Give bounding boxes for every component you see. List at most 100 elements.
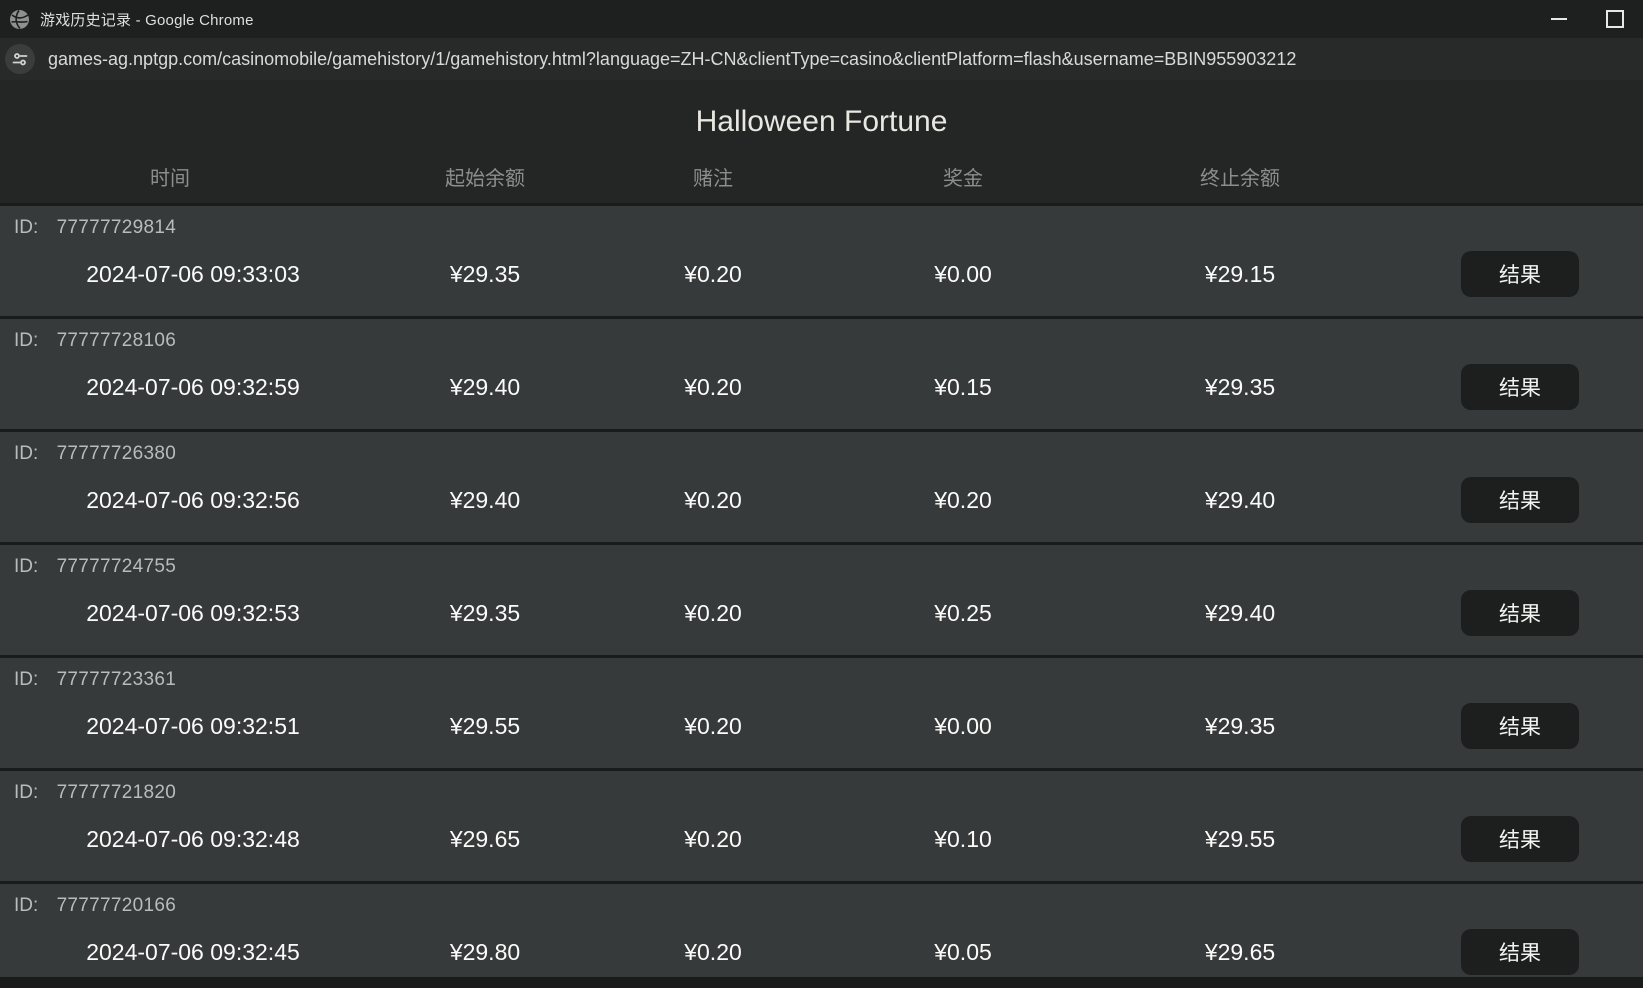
row-values: 2024-07-06 09:33:03 ¥29.35 ¥0.20 ¥0.00 ¥… xyxy=(0,251,1643,297)
start-balance-cell: ¥29.40 xyxy=(449,486,521,513)
win-cell: ¥0.05 xyxy=(934,938,992,965)
win-cell: ¥0.00 xyxy=(934,260,992,287)
win-cell: ¥0.10 xyxy=(934,825,992,852)
time-cell: 2024-07-06 09:32:59 xyxy=(86,373,300,400)
table-header-row: 时间 起始余额 赌注 奖金 终止余额 xyxy=(0,162,1643,191)
round-id-line: ID: 77777723361 xyxy=(0,658,1643,691)
result-cell: 结果 xyxy=(1410,703,1643,749)
history-row: ID: 77777728106 2024-07-06 09:32:59 ¥29.… xyxy=(0,316,1643,429)
round-id-value: 77777724755 xyxy=(56,556,177,577)
bet-cell: ¥0.20 xyxy=(684,825,742,852)
round-id-line: ID: 77777724755 xyxy=(0,545,1643,578)
time-cell: 2024-07-06 09:32:51 xyxy=(86,712,300,739)
page-title: Halloween Fortune xyxy=(695,105,948,138)
column-header-win: 奖金 xyxy=(943,168,983,190)
end-balance-cell: ¥29.65 xyxy=(1204,938,1276,965)
id-label: ID: xyxy=(14,669,39,690)
bet-cell: ¥0.20 xyxy=(684,938,742,965)
round-id-value: 77777721820 xyxy=(56,782,177,803)
site-settings-button[interactable] xyxy=(5,44,35,74)
end-balance-cell: ¥29.40 xyxy=(1204,486,1276,513)
minimize-icon xyxy=(1551,18,1567,20)
result-cell: 结果 xyxy=(1410,929,1643,975)
time-cell: 2024-07-06 09:32:45 xyxy=(86,938,300,965)
result-cell: 结果 xyxy=(1410,816,1643,862)
history-row: ID: 77777720166 2024-07-06 09:32:45 ¥29.… xyxy=(0,881,1643,977)
result-cell: 结果 xyxy=(1410,590,1643,636)
end-balance-cell: ¥29.40 xyxy=(1204,599,1276,626)
round-id-value: 77777729814 xyxy=(56,217,177,238)
row-values: 2024-07-06 09:32:51 ¥29.55 ¥0.20 ¥0.00 ¥… xyxy=(0,703,1643,749)
row-values: 2024-07-06 09:32:48 ¥29.65 ¥0.20 ¥0.10 ¥… xyxy=(0,816,1643,862)
result-cell: 结果 xyxy=(1410,477,1643,523)
page-header: Halloween Fortune 时间 起始余额 赌注 奖金 终止余额 xyxy=(0,80,1643,203)
column-header-end-balance: 终止余额 xyxy=(1200,168,1280,190)
maximize-icon xyxy=(1606,10,1624,28)
history-row: ID: 77777726380 2024-07-06 09:32:56 ¥29.… xyxy=(0,429,1643,542)
column-header-bet: 赌注 xyxy=(693,168,733,190)
result-button[interactable]: 结果 xyxy=(1461,364,1579,410)
minimize-button[interactable] xyxy=(1531,0,1587,38)
bet-cell: ¥0.20 xyxy=(684,373,742,400)
round-id-line: ID: 77777729814 xyxy=(0,206,1643,239)
round-id-line: ID: 77777721820 xyxy=(0,771,1643,804)
history-row: ID: 77777721820 2024-07-06 09:32:48 ¥29.… xyxy=(0,768,1643,881)
result-button[interactable]: 结果 xyxy=(1461,816,1579,862)
start-balance-cell: ¥29.80 xyxy=(449,938,521,965)
start-balance-cell: ¥29.40 xyxy=(449,373,521,400)
bet-cell: ¥0.20 xyxy=(684,486,742,513)
start-balance-cell: ¥29.65 xyxy=(449,825,521,852)
history-row: ID: 77777723361 2024-07-06 09:32:51 ¥29.… xyxy=(0,655,1643,768)
result-button[interactable]: 结果 xyxy=(1461,251,1579,297)
time-cell: 2024-07-06 09:32:56 xyxy=(86,486,300,513)
end-balance-cell: ¥29.35 xyxy=(1204,712,1276,739)
list-bottom-divider xyxy=(0,977,1643,988)
id-label: ID: xyxy=(14,895,39,916)
end-balance-cell: ¥29.35 xyxy=(1204,373,1276,400)
round-id-value: 77777726380 xyxy=(56,443,177,464)
result-cell: 结果 xyxy=(1410,364,1643,410)
column-header-time: 时间 xyxy=(150,168,190,190)
start-balance-cell: ¥29.35 xyxy=(449,260,521,287)
time-cell: 2024-07-06 09:32:53 xyxy=(86,599,300,626)
win-cell: ¥0.00 xyxy=(934,712,992,739)
address-bar: games-ag.nptgp.com/casinomobile/gamehist… xyxy=(0,38,1643,80)
start-balance-cell: ¥29.55 xyxy=(449,712,521,739)
time-cell: 2024-07-06 09:32:48 xyxy=(86,825,300,852)
start-balance-cell: ¥29.35 xyxy=(449,599,521,626)
result-cell: 结果 xyxy=(1410,251,1643,297)
bet-cell: ¥0.20 xyxy=(684,712,742,739)
end-balance-cell: ¥29.55 xyxy=(1204,825,1276,852)
round-id-value: 77777720166 xyxy=(56,895,177,916)
globe-favicon-icon xyxy=(10,9,29,29)
result-button[interactable]: 结果 xyxy=(1461,590,1579,636)
id-label: ID: xyxy=(14,782,39,803)
row-values: 2024-07-06 09:32:59 ¥29.40 ¥0.20 ¥0.15 ¥… xyxy=(0,364,1643,410)
row-values: 2024-07-06 09:32:56 ¥29.40 ¥0.20 ¥0.20 ¥… xyxy=(0,477,1643,523)
bet-cell: ¥0.20 xyxy=(684,599,742,626)
row-values: 2024-07-06 09:32:53 ¥29.35 ¥0.20 ¥0.25 ¥… xyxy=(0,590,1643,636)
win-cell: ¥0.15 xyxy=(934,373,992,400)
round-id-line: ID: 77777728106 xyxy=(0,319,1643,352)
window-title: 游戏历史记录 - Google Chrome xyxy=(40,11,254,29)
tune-icon xyxy=(12,53,28,66)
round-id-line: ID: 77777720166 xyxy=(0,884,1643,917)
time-cell: 2024-07-06 09:33:03 xyxy=(86,260,300,287)
id-label: ID: xyxy=(14,556,39,577)
win-cell: ¥0.25 xyxy=(934,599,992,626)
win-cell: ¥0.20 xyxy=(934,486,992,513)
row-values: 2024-07-06 09:32:45 ¥29.80 ¥0.20 ¥0.05 ¥… xyxy=(0,929,1643,975)
result-button[interactable]: 结果 xyxy=(1461,703,1579,749)
maximize-button[interactable] xyxy=(1587,0,1643,38)
end-balance-cell: ¥29.15 xyxy=(1204,260,1276,287)
id-label: ID: xyxy=(14,443,39,464)
result-button[interactable]: 结果 xyxy=(1461,929,1579,975)
result-button[interactable]: 结果 xyxy=(1461,477,1579,523)
history-list: ID: 77777729814 2024-07-06 09:33:03 ¥29.… xyxy=(0,203,1643,977)
round-id-line: ID: 77777726380 xyxy=(0,432,1643,465)
bet-cell: ¥0.20 xyxy=(684,260,742,287)
column-header-start-balance: 起始余额 xyxy=(445,168,525,190)
history-row: ID: 77777729814 2024-07-06 09:33:03 ¥29.… xyxy=(0,203,1643,316)
url-input[interactable]: games-ag.nptgp.com/casinomobile/gamehist… xyxy=(48,49,1643,70)
id-label: ID: xyxy=(14,217,39,238)
